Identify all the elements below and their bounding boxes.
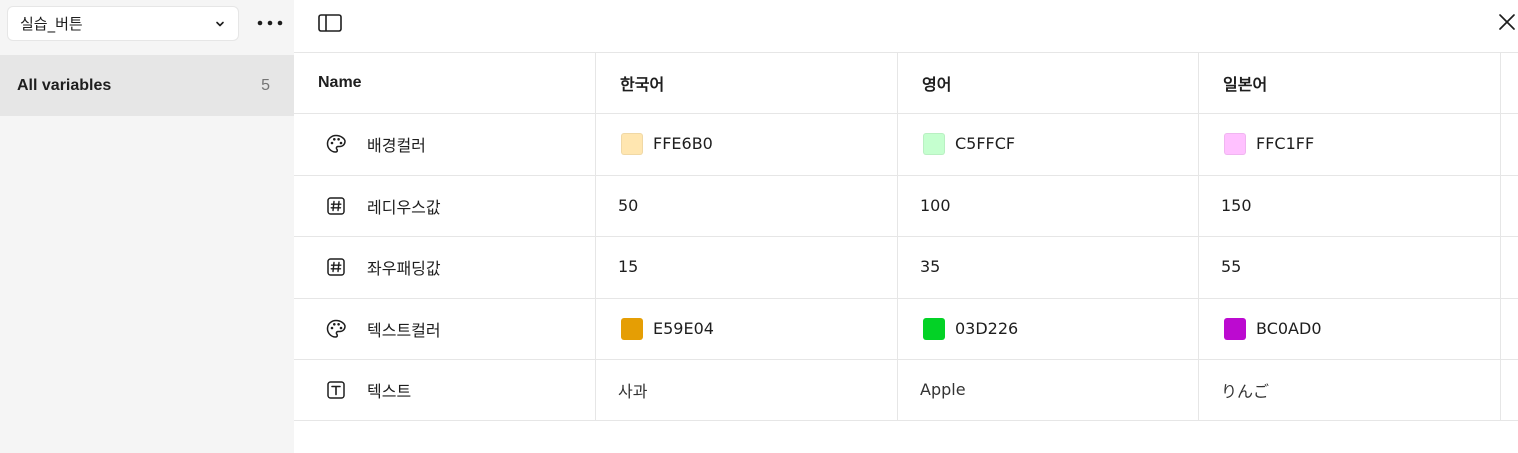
variable-name-cell[interactable]: 배경컬러 [325, 113, 426, 174]
variable-name-cell[interactable]: 텍스트 [325, 359, 411, 420]
variable-value-cell[interactable]: 100 [920, 175, 951, 236]
color-swatch [1224, 317, 1246, 340]
column-divider [897, 52, 898, 420]
color-swatch [923, 132, 945, 155]
row-divider [294, 175, 1518, 176]
variable-value-cell[interactable]: E59E04 [621, 298, 714, 359]
column-header-name: Name [318, 73, 362, 91]
variable-value: 100 [920, 196, 951, 215]
palette-icon [326, 134, 346, 153]
variable-value: 15 [618, 257, 639, 276]
group-all-variables[interactable]: All variables 5 [0, 55, 294, 116]
variable-value-cell[interactable]: りんご [1221, 359, 1269, 420]
text-icon [327, 380, 345, 399]
variable-name: 배경컬러 [367, 135, 426, 155]
row-divider [294, 420, 1518, 421]
chevron-down-icon [216, 21, 224, 26]
color-swatch [621, 132, 643, 155]
variable-value-cell[interactable]: 50 [618, 175, 638, 236]
variable-name: 텍스트컬러 [367, 320, 441, 340]
collection-select[interactable]: 실습_버튼 [7, 6, 239, 41]
group-count: 5 [261, 76, 270, 94]
close-button[interactable] [1496, 11, 1518, 33]
column-divider [595, 52, 596, 420]
variable-value-cell[interactable]: 35 [920, 236, 940, 297]
variable-value: FFC1FF [1256, 134, 1315, 153]
column-divider [1198, 52, 1199, 420]
variable-value-cell[interactable]: 03D226 [923, 298, 1018, 359]
variable-name-cell[interactable]: 좌우패딩값 [325, 236, 441, 297]
variable-value-cell[interactable]: FFE6B0 [621, 113, 713, 174]
more-icon [257, 20, 283, 26]
variable-value: 55 [1221, 257, 1242, 276]
variable-value: 50 [618, 196, 639, 215]
row-divider [294, 113, 1518, 114]
variable-value: FFE6B0 [653, 134, 713, 153]
variable-value: BC0AD0 [1256, 319, 1322, 338]
sidebar-toggle-icon [318, 14, 342, 32]
variable-name: 텍스트 [367, 381, 412, 401]
variable-value-cell[interactable]: 55 [1221, 236, 1241, 297]
number-icon [327, 196, 345, 215]
variable-value-cell[interactable]: C5FFCF [923, 113, 1015, 174]
variable-value: Apple [920, 380, 966, 399]
close-icon [1499, 14, 1515, 30]
column-header-mode: 일본어 [1223, 74, 1268, 94]
row-divider [294, 298, 1518, 299]
collection-name: 실습_버튼 [20, 15, 83, 33]
variable-value-cell[interactable]: BC0AD0 [1224, 298, 1322, 359]
variable-value-cell[interactable]: 15 [618, 236, 638, 297]
column-header-mode: 한국어 [620, 74, 665, 94]
sidebar-toggle-button[interactable] [316, 11, 344, 35]
variable-value-cell[interactable]: 150 [1221, 175, 1252, 236]
variable-name: 좌우패딩값 [367, 258, 441, 278]
variable-value-cell[interactable]: 사과 [618, 359, 647, 420]
variable-value: C5FFCF [955, 134, 1016, 153]
variable-value-cell[interactable]: FFC1FF [1224, 113, 1314, 174]
variable-value: E59E04 [653, 319, 714, 338]
variable-value: 사과 [618, 381, 648, 401]
color-swatch [923, 317, 945, 340]
header-top-divider [294, 52, 1518, 53]
color-swatch [1224, 132, 1246, 155]
row-divider [294, 236, 1518, 237]
more-options-button[interactable] [255, 10, 285, 36]
variable-name-cell[interactable]: 레디우스값 [325, 175, 441, 236]
variable-value: 35 [920, 257, 941, 276]
variable-value: 150 [1221, 196, 1252, 215]
color-swatch [621, 317, 643, 340]
column-header-mode: 영어 [922, 74, 952, 94]
variable-value: 03D226 [955, 319, 1019, 338]
variable-value: りんご [1221, 381, 1270, 401]
palette-icon [326, 319, 346, 338]
column-divider [1500, 52, 1501, 420]
sidebar: 실습_버튼 All variables 5 [0, 0, 294, 453]
number-icon [327, 257, 345, 276]
variable-name-cell[interactable]: 텍스트컬러 [325, 298, 441, 359]
row-divider [294, 359, 1518, 360]
variable-value-cell[interactable]: Apple [920, 359, 966, 420]
group-label: All variables [17, 76, 112, 94]
variable-name: 레디우스값 [367, 197, 441, 217]
